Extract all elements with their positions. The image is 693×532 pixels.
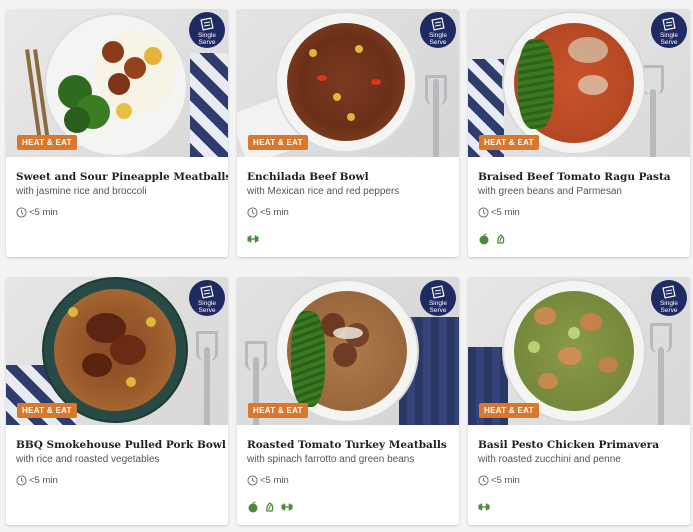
clock-icon bbox=[247, 207, 258, 218]
protein-icon bbox=[478, 503, 490, 511]
protein-icon bbox=[247, 235, 259, 243]
prep-time-value: <5 min bbox=[29, 207, 58, 218]
prep-time: <5 min bbox=[478, 207, 520, 218]
single-serve-icon bbox=[662, 17, 676, 31]
prep-time: <5 min bbox=[16, 207, 58, 218]
single-serve-icon bbox=[431, 17, 445, 31]
serve-label-line1: Single bbox=[428, 300, 448, 307]
clock-icon bbox=[478, 207, 489, 218]
serve-label-line2: Serve bbox=[198, 307, 216, 314]
clock-icon bbox=[247, 475, 258, 486]
fiber-icon bbox=[497, 234, 505, 244]
apple-icon bbox=[248, 501, 258, 513]
meal-card[interactable]: HEAT & EAT Single Serve Enchilada Beef Bo… bbox=[237, 9, 459, 257]
single-serve-badge: Single Serve bbox=[420, 12, 456, 48]
prep-time-value: <5 min bbox=[29, 475, 58, 486]
single-serve-icon bbox=[200, 285, 214, 299]
prep-time: <5 min bbox=[16, 475, 58, 486]
meal-card[interactable]: HEAT & EAT Single Serve Basil Pesto Chick… bbox=[468, 277, 690, 525]
serve-label-line2: Serve bbox=[660, 307, 678, 314]
apple-icon bbox=[479, 233, 489, 245]
meal-title[interactable]: Basil Pesto Chicken Primavera bbox=[478, 439, 659, 451]
serve-label-line1: Single bbox=[659, 300, 679, 307]
heat-and-eat-badge: HEAT & EAT bbox=[248, 403, 308, 418]
meal-card[interactable]: HEAT & EAT Single Serve BBQ Smokehouse Pu… bbox=[6, 277, 228, 525]
meal-subtitle: with green beans and Parmesan bbox=[478, 186, 622, 197]
meal-title[interactable]: Sweet and Sour Pineapple Meatballs bbox=[16, 171, 228, 183]
prep-time: <5 min bbox=[478, 475, 520, 486]
meal-title[interactable]: Roasted Tomato Turkey Meatballs bbox=[247, 439, 447, 451]
serve-label-line1: Single bbox=[428, 32, 448, 39]
heat-and-eat-badge: HEAT & EAT bbox=[17, 403, 77, 418]
single-serve-badge: Single Serve bbox=[420, 280, 456, 316]
attribute-icons bbox=[247, 501, 293, 513]
serve-label-line2: Serve bbox=[198, 39, 216, 46]
prep-time-value: <5 min bbox=[491, 207, 520, 218]
single-serve-icon bbox=[200, 17, 214, 31]
heat-and-eat-badge: HEAT & EAT bbox=[479, 135, 539, 150]
serve-label-line1: Single bbox=[659, 32, 679, 39]
meal-card[interactable]: HEAT & EAT Single Serve Sweet and Sour Pi… bbox=[6, 9, 228, 257]
prep-time: <5 min bbox=[247, 475, 289, 486]
meal-subtitle: with roasted zucchini and penne bbox=[478, 454, 621, 465]
serve-label-line1: Single bbox=[197, 32, 217, 39]
meal-title[interactable]: Enchilada Beef Bowl bbox=[247, 171, 369, 183]
attribute-icons bbox=[478, 233, 507, 245]
meal-card[interactable]: HEAT & EAT Single Serve Braised Beef Toma… bbox=[468, 9, 690, 257]
serve-label-line1: Single bbox=[197, 300, 217, 307]
prep-time-value: <5 min bbox=[260, 475, 289, 486]
meal-subtitle: with spinach farrotto and green beans bbox=[247, 454, 415, 465]
heat-and-eat-badge: HEAT & EAT bbox=[17, 135, 77, 150]
prep-time-value: <5 min bbox=[491, 475, 520, 486]
meal-card[interactable]: HEAT & EAT Single Serve Roasted Tomato Tu… bbox=[237, 277, 459, 525]
serve-label-line2: Serve bbox=[660, 39, 678, 46]
clock-icon bbox=[16, 475, 27, 486]
meal-subtitle: with Mexican rice and red peppers bbox=[247, 186, 400, 197]
fiber-icon bbox=[266, 502, 274, 512]
meal-subtitle: with jasmine rice and broccoli bbox=[16, 186, 147, 197]
serve-label-line2: Serve bbox=[429, 39, 447, 46]
single-serve-badge: Single Serve bbox=[651, 280, 687, 316]
heat-and-eat-badge: HEAT & EAT bbox=[479, 403, 539, 418]
single-serve-icon bbox=[662, 285, 676, 299]
meal-subtitle: with rice and roasted vegetables bbox=[16, 454, 160, 465]
meal-title[interactable]: BBQ Smokehouse Pulled Pork Bowl bbox=[16, 439, 226, 451]
clock-icon bbox=[478, 475, 489, 486]
clock-icon bbox=[16, 207, 27, 218]
heat-and-eat-badge: HEAT & EAT bbox=[248, 135, 308, 150]
attribute-icons bbox=[247, 233, 259, 245]
attribute-icons bbox=[478, 501, 490, 513]
protein-icon bbox=[281, 503, 293, 511]
single-serve-badge: Single Serve bbox=[651, 12, 687, 48]
serve-label-line2: Serve bbox=[429, 307, 447, 314]
single-serve-icon bbox=[431, 285, 445, 299]
meal-title[interactable]: Braised Beef Tomato Ragu Pasta bbox=[478, 171, 671, 183]
prep-time-value: <5 min bbox=[260, 207, 289, 218]
single-serve-badge: Single Serve bbox=[189, 12, 225, 48]
single-serve-badge: Single Serve bbox=[189, 280, 225, 316]
prep-time: <5 min bbox=[247, 207, 289, 218]
meal-grid: HEAT & EAT Single Serve Sweet and Sour Pi… bbox=[0, 0, 693, 532]
